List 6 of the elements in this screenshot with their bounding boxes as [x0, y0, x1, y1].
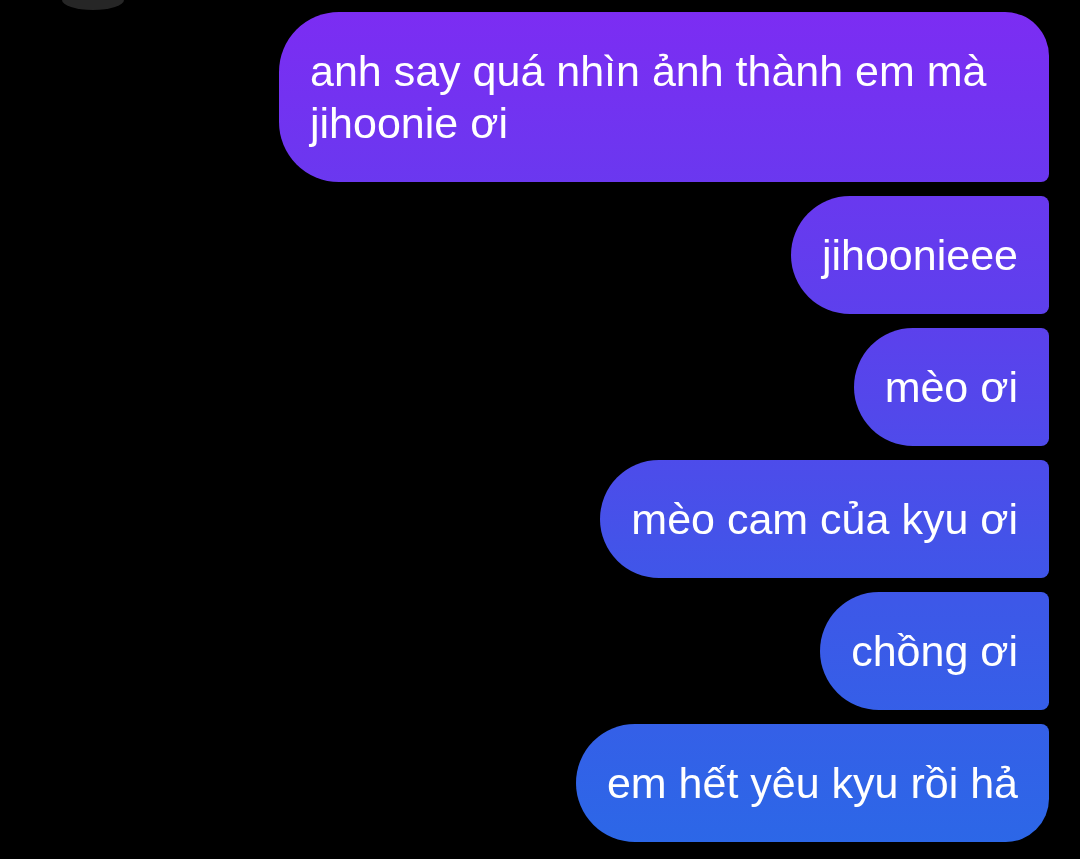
message-bubble: chồng ơi — [820, 592, 1049, 710]
message-bubble: mèo ơi — [853, 328, 1049, 446]
message-bubble: anh say quá nhìn ảnh thành em mà jihoonie ơi — [279, 12, 1049, 182]
message-bubble: jihoonieee — [790, 196, 1049, 314]
message-bubble: mèo cam của kyu ơi — [600, 460, 1049, 578]
message-bubble: em hết yêu kyu rồi hả — [575, 724, 1049, 842]
